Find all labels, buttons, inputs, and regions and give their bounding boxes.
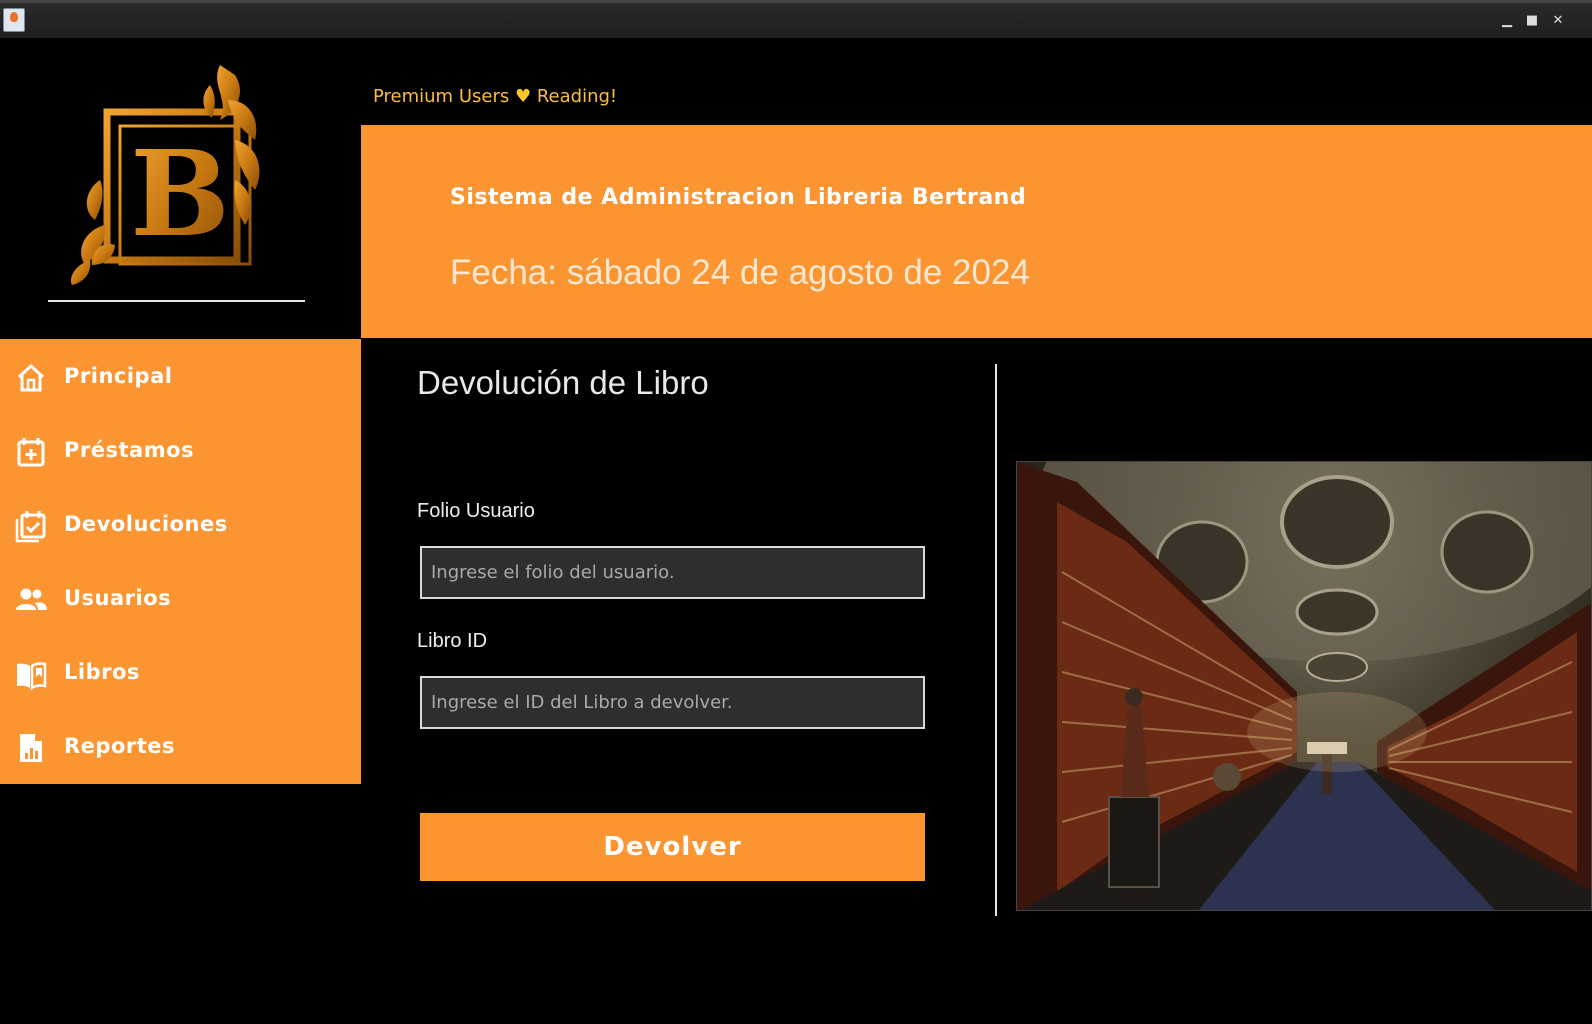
logo-divider: [48, 300, 305, 302]
app-title: Sistema de Administracion Libreria Bertr…: [450, 185, 1027, 210]
vertical-divider: [995, 364, 997, 916]
sidebar-item-reportes[interactable]: Reportes: [0, 717, 361, 777]
sidebar-item-label: Principal: [64, 364, 173, 388]
java-app-icon: [3, 8, 25, 32]
folio-label: Folio Usuario: [417, 500, 535, 522]
sidebar-item-principal[interactable]: Principal: [0, 347, 361, 407]
devolver-button[interactable]: Devolver: [420, 813, 925, 881]
sidebar-item-label: Préstamos: [64, 438, 195, 462]
libro-label: Libro ID: [417, 630, 488, 652]
sidebar-item-libros[interactable]: Libros: [0, 643, 361, 703]
calendar-check-icon: [15, 511, 46, 543]
library-interior-image: [1017, 462, 1591, 910]
current-date: Fecha: sábado 24 de agosto de 2024: [450, 253, 1030, 292]
library-photo: [1016, 461, 1592, 911]
home-icon: [17, 364, 45, 392]
header-banner: Sistema de Administracion Libreria Bertr…: [361, 125, 1592, 338]
page-title: Devolución de Libro: [417, 364, 709, 401]
logo-letter: B: [130, 124, 230, 263]
sidebar-item-label: Libros: [64, 660, 140, 684]
sidebar-item-usuarios[interactable]: Usuarios: [0, 569, 361, 629]
calendar-plus-icon: [17, 438, 45, 467]
close-button[interactable]: ✕: [1550, 13, 1566, 29]
users-icon: [16, 588, 47, 610]
heart-icon: ♥: [514, 86, 532, 107]
window-title-bar: ▁ ■ ✕: [0, 0, 1592, 38]
report-icon: [20, 734, 42, 762]
libro-id-input[interactable]: [420, 676, 925, 729]
sidebar: Principal Préstamos Devoluciones Usuario…: [0, 339, 361, 784]
tagline: Premium Users ♥ Reading!: [373, 86, 617, 107]
tagline-left: Premium Users: [373, 86, 510, 107]
sidebar-item-prestamos[interactable]: Préstamos: [0, 421, 361, 481]
sidebar-item-label: Usuarios: [64, 586, 172, 610]
book-open-icon: [17, 662, 47, 691]
sidebar-item-label: Devoluciones: [64, 512, 228, 536]
bertrand-logo: B: [70, 65, 260, 285]
maximize-button[interactable]: ■: [1524, 13, 1540, 29]
sidebar-item-label: Reportes: [64, 734, 176, 758]
folio-usuario-input[interactable]: [420, 546, 925, 599]
sidebar-item-devoluciones[interactable]: Devoluciones: [0, 495, 361, 555]
tagline-right: Reading!: [536, 86, 618, 107]
minimize-button[interactable]: ▁: [1499, 13, 1515, 29]
